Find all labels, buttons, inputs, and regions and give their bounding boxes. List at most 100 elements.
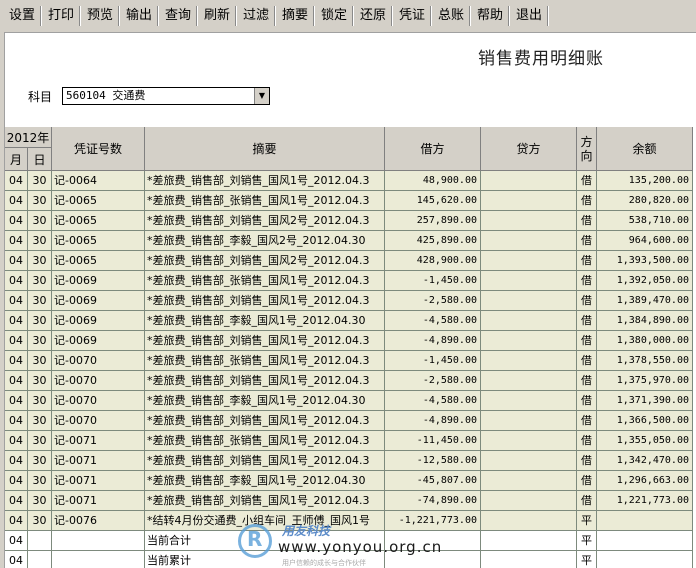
debit-cell: -4,890.00 <box>385 411 481 431</box>
summary-cell: *差旅费_销售部_张销售_国风1号_2012.04.3 <box>145 271 385 291</box>
dropdown-arrow-icon[interactable]: ▼ <box>254 88 269 104</box>
credit-cell <box>481 371 577 391</box>
watermark-name: 用友科技 <box>282 524 331 538</box>
toolbar-separator <box>313 6 315 26</box>
direction-cell: 借 <box>577 331 597 351</box>
watermark: R 用友科技 www.yonyou.org.cn 用户信赖的成长与合作伙伴 <box>238 520 488 568</box>
balance-cell: 1,371,390.00 <box>597 391 693 411</box>
balance-cell: 1,384,890.00 <box>597 311 693 331</box>
balance-cell: 1,380,000.00 <box>597 331 693 351</box>
summary-cell: *差旅费_销售部_张销售_国风1号_2012.04.3 <box>145 351 385 371</box>
toolbar-exit-button[interactable]: 退出 <box>513 6 545 26</box>
toolbar-help-button[interactable]: 帮助 <box>474 6 506 26</box>
table-row[interactable]: 04 30 记-0065 *差旅费_销售部_李毅_国风2号_2012.04.30 425… <box>5 231 693 251</box>
table-row[interactable]: 04 30 记-0070 *差旅费_销售部_刘销售_国风1号_2012.04.3 -4,… <box>5 411 693 431</box>
toolbar-separator <box>196 6 198 26</box>
header-voucher: 凭证号数 <box>52 127 145 171</box>
credit-cell <box>481 511 577 531</box>
day-cell: 30 <box>28 331 52 351</box>
table-row[interactable]: 04 30 记-0070 *差旅费_销售部_刘销售_国风1号_2012.04.3 -2,… <box>5 371 693 391</box>
table-row[interactable]: 04 30 记-0065 *差旅费_销售部_张销售_国风1号_2012.04.3 145… <box>5 191 693 211</box>
direction-cell: 借 <box>577 271 597 291</box>
table-row[interactable]: 04 30 记-0071 *差旅费_销售部_李毅_国风1号_2012.04.30 -45… <box>5 471 693 491</box>
table-row[interactable]: 04 30 记-0069 *差旅费_销售部_刘销售_国风1号_2012.04.3 -4,… <box>5 331 693 351</box>
toolbar-preview-button[interactable]: 预览 <box>84 6 116 26</box>
day-cell: 30 <box>28 351 52 371</box>
day-cell: 30 <box>28 451 52 471</box>
table-row[interactable]: 04 30 记-0064 *差旅费_销售部_刘销售_国风1号_2012.04.3 48,… <box>5 171 693 191</box>
table-row[interactable]: 04 30 记-0069 *差旅费_销售部_李毅_国风1号_2012.04.30 -4,… <box>5 311 693 331</box>
table-row[interactable]: 04 30 记-0070 *差旅费_销售部_张销售_国风1号_2012.04.3 -1,… <box>5 351 693 371</box>
toolbar-filter-button[interactable]: 过滤 <box>240 6 272 26</box>
balance-cell: 1,342,470.00 <box>597 451 693 471</box>
toolbar-refresh-button[interactable]: 刷新 <box>201 6 233 26</box>
month-cell: 04 <box>5 551 28 568</box>
debit-cell: 48,900.00 <box>385 171 481 191</box>
toolbar-settings-button[interactable]: 设置 <box>6 6 38 26</box>
toolbar-summary-button[interactable]: 摘要 <box>279 6 311 26</box>
summary-cell: *差旅费_销售部_张销售_国风1号_2012.04.3 <box>145 431 385 451</box>
month-cell: 04 <box>5 351 28 371</box>
balance-cell: 1,389,470.00 <box>597 291 693 311</box>
toolbar-separator <box>352 6 354 26</box>
month-cell: 04 <box>5 271 28 291</box>
table-row[interactable]: 04 30 记-0071 *差旅费_销售部_刘销售_国风1号_2012.04.3 -12… <box>5 451 693 471</box>
toolbar-separator <box>157 6 159 26</box>
table-row[interactable]: 04 30 记-0069 *差旅费_销售部_张销售_国风1号_2012.04.3 -1,… <box>5 271 693 291</box>
table-row[interactable]: 04 30 记-0071 *差旅费_销售部_刘销售_国风1号_2012.04.3 -74… <box>5 491 693 511</box>
day-cell: 30 <box>28 191 52 211</box>
summary-cell: *差旅费_销售部_刘销售_国风1号_2012.04.3 <box>145 171 385 191</box>
direction-cell: 平 <box>577 551 597 568</box>
table-row[interactable]: 04 30 记-0065 *差旅费_销售部_刘销售_国风2号_2012.04.3 257… <box>5 211 693 231</box>
balance-cell: 1,375,970.00 <box>597 371 693 391</box>
balance-cell: 1,296,663.00 <box>597 471 693 491</box>
toolbar-query-button[interactable]: 查询 <box>162 6 194 26</box>
month-cell: 04 <box>5 391 28 411</box>
direction-cell: 借 <box>577 231 597 251</box>
balance-cell <box>597 511 693 531</box>
voucher-cell: 记-0071 <box>52 491 145 511</box>
credit-cell <box>481 311 577 331</box>
header-year: 2012年 <box>5 127 52 148</box>
summary-cell: *差旅费_销售部_李毅_国风1号_2012.04.30 <box>145 311 385 331</box>
debit-cell: 428,900.00 <box>385 251 481 271</box>
voucher-cell <box>52 551 145 568</box>
toolbar-voucher-button[interactable]: 凭证 <box>396 6 428 26</box>
voucher-cell: 记-0070 <box>52 411 145 431</box>
table-row[interactable]: 04 30 记-0071 *差旅费_销售部_张销售_国风1号_2012.04.3 -11… <box>5 431 693 451</box>
toolbar-print-button[interactable]: 打印 <box>45 6 77 26</box>
watermark-slogan: 用户信赖的成长与合作伙伴 <box>282 559 366 567</box>
toolbar-separator <box>469 6 471 26</box>
header-credit: 贷方 <box>481 127 577 171</box>
table-row[interactable]: 04 30 记-0065 *差旅费_销售部_刘销售_国风2号_2012.04.3 428… <box>5 251 693 271</box>
debit-cell: -74,890.00 <box>385 491 481 511</box>
day-cell: 30 <box>28 471 52 491</box>
credit-cell <box>481 331 577 351</box>
debit-cell: 257,890.00 <box>385 211 481 231</box>
debit-cell: -11,450.00 <box>385 431 481 451</box>
debit-cell: -1,450.00 <box>385 351 481 371</box>
summary-cell: *差旅费_销售部_刘销售_国风1号_2012.04.3 <box>145 291 385 311</box>
subject-select[interactable]: 560104 交通费 ▼ <box>62 87 270 105</box>
voucher-cell: 记-0064 <box>52 171 145 191</box>
table-row[interactable]: 04 30 记-0070 *差旅费_销售部_李毅_国风1号_2012.04.30 -4,… <box>5 391 693 411</box>
voucher-cell: 记-0071 <box>52 451 145 471</box>
direction-cell: 借 <box>577 211 597 231</box>
summary-cell: *差旅费_销售部_李毅_国风1号_2012.04.30 <box>145 471 385 491</box>
voucher-cell: 记-0071 <box>52 431 145 451</box>
toolbar-export-button[interactable]: 输出 <box>123 6 155 26</box>
toolbar-separator <box>274 6 276 26</box>
summary-cell: *差旅费_销售部_张销售_国风1号_2012.04.3 <box>145 191 385 211</box>
voucher-cell: 记-0070 <box>52 371 145 391</box>
subject-select-value: 560104 交通费 <box>66 89 146 102</box>
balance-cell: 1,221,773.00 <box>597 491 693 511</box>
table-row[interactable]: 04 30 记-0069 *差旅费_销售部_刘销售_国风1号_2012.04.3 -2,… <box>5 291 693 311</box>
toolbar-general-ledger-button[interactable]: 总账 <box>435 6 467 26</box>
toolbar-restore-button[interactable]: 还原 <box>357 6 389 26</box>
toolbar-lock-button[interactable]: 锁定 <box>318 6 350 26</box>
month-cell: 04 <box>5 331 28 351</box>
summary-cell: *差旅费_销售部_刘销售_国风1号_2012.04.3 <box>145 371 385 391</box>
day-cell: 30 <box>28 291 52 311</box>
month-cell: 04 <box>5 431 28 451</box>
month-cell: 04 <box>5 251 28 271</box>
